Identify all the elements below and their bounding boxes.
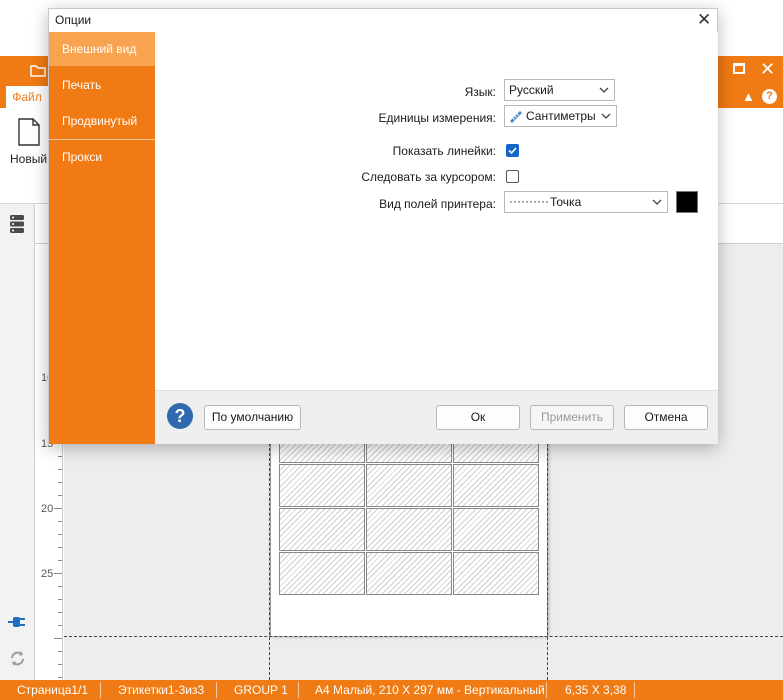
ruler-tick (58, 560, 62, 561)
appearance-settings: Язык: Русский Единицы измерения: Сантиме… (155, 32, 718, 390)
printer-fields-select[interactable]: ·········· Точка (504, 191, 668, 213)
show-rulers-label: Показать линейки: (392, 144, 496, 158)
sidebar-item-proxy[interactable]: Прокси (49, 140, 155, 174)
status-divider (634, 682, 635, 698)
dialog-footer: ? По умолчанию Ок Применить Отмена (155, 390, 718, 444)
label-cell[interactable] (453, 552, 539, 595)
plug-icon[interactable] (7, 614, 27, 630)
units-label: Единицы измерения: (378, 111, 496, 125)
follow-cursor-label: Следовать за курсором: (361, 170, 496, 184)
open-folder-icon[interactable] (30, 63, 46, 77)
sync-icon[interactable] (9, 650, 26, 667)
ruler-tick (54, 508, 62, 509)
dotted-line-icon: ·········· (509, 194, 549, 208)
label-cell[interactable] (366, 464, 452, 507)
ruler-tick (58, 534, 62, 535)
ruler-icon (510, 111, 522, 123)
status-paper: A4 Малый, 210 X 297 мм - Вертикальный (315, 683, 545, 697)
label-cell[interactable] (279, 464, 365, 507)
ruler-tick (54, 573, 62, 574)
dialog-title: Опции (55, 13, 92, 27)
chevron-down-icon (599, 87, 609, 93)
ruler-tick (54, 638, 62, 639)
status-bar: Страница1/1 Этикетки1-3из3 GROUP 1 A4 Ма… (0, 680, 783, 700)
sidebar-item-print[interactable]: Печать (49, 68, 155, 102)
chevron-down-icon (601, 113, 611, 119)
collapse-ribbon-icon[interactable]: ▲ (742, 89, 755, 105)
ruler-tick (58, 521, 62, 522)
printer-fields-label: Вид полей принтера: (379, 197, 496, 211)
label-cell[interactable] (279, 508, 365, 551)
status-divider (100, 682, 101, 698)
layers-icon[interactable] (9, 214, 25, 234)
ruler-tick (58, 625, 62, 626)
status-group: GROUP 1 (234, 683, 288, 697)
ok-button[interactable]: Ок (436, 405, 520, 430)
status-size: 6,35 X 3,38 (565, 683, 627, 697)
label-cell[interactable] (366, 508, 452, 551)
question-circle-icon[interactable]: ? (167, 403, 193, 429)
label-cell[interactable] (453, 508, 539, 551)
status-divider (546, 682, 547, 698)
page-guide-line (64, 636, 783, 637)
ruler-mark: 25 (41, 568, 54, 580)
ruler-tick (58, 651, 62, 652)
new-document-icon[interactable] (18, 118, 40, 146)
chevron-down-icon (652, 199, 662, 205)
printer-fields-color-picker[interactable] (676, 191, 698, 213)
language-label: Язык: (464, 85, 496, 99)
units-select[interactable]: Сантиметры (504, 105, 617, 127)
printer-fields-value: Точка (550, 195, 582, 209)
ruler-tick (58, 586, 62, 587)
follow-cursor-checkbox[interactable] (506, 170, 519, 183)
label-cell[interactable] (366, 552, 452, 595)
status-divider (216, 682, 217, 698)
maximize-icon[interactable] (733, 63, 745, 74)
ruler-tick (58, 612, 62, 613)
label-cell[interactable] (279, 552, 365, 595)
language-select[interactable]: Русский (504, 79, 615, 101)
status-labels: Этикетки1-3из3 (118, 683, 205, 697)
language-value: Русский (509, 83, 554, 97)
options-sidebar: Внешний вид Печать Продвинутый Прокси (49, 32, 155, 444)
tab-file[interactable]: Файл (6, 86, 48, 108)
sidebar-item-appearance[interactable]: Внешний вид (49, 32, 155, 66)
apply-button[interactable]: Применить (530, 405, 614, 430)
checkmark-icon (508, 147, 517, 155)
status-page: Страница1/1 (17, 683, 89, 697)
ruler-tick (58, 664, 62, 665)
options-dialog: Опции ✕ Внешний вид Печать Продвинутый П… (48, 8, 718, 444)
label-cell[interactable] (453, 464, 539, 507)
ruler-tick (58, 482, 62, 483)
close-icon[interactable]: ✕ (697, 9, 711, 31)
units-value: Сантиметры (526, 109, 596, 123)
ruler-tick (58, 547, 62, 548)
ruler-tick (58, 456, 62, 457)
ruler-mark: 20 (41, 503, 54, 515)
cancel-button[interactable]: Отмена (624, 405, 708, 430)
label-sheet-page[interactable] (270, 420, 548, 636)
ruler-tick (58, 599, 62, 600)
new-button-label[interactable]: Новый (10, 152, 47, 166)
left-toolbar (0, 204, 35, 680)
ruler-tick (58, 469, 62, 470)
app-close-icon[interactable]: ✕ (760, 59, 775, 79)
status-divider (298, 682, 299, 698)
ruler-tick (58, 495, 62, 496)
sidebar-item-advanced[interactable]: Продвинутый (49, 104, 155, 138)
default-button[interactable]: По умолчанию (204, 405, 301, 430)
help-icon[interactable]: ? (762, 89, 777, 104)
show-rulers-checkbox[interactable] (506, 144, 519, 157)
ruler-tick (58, 677, 62, 678)
